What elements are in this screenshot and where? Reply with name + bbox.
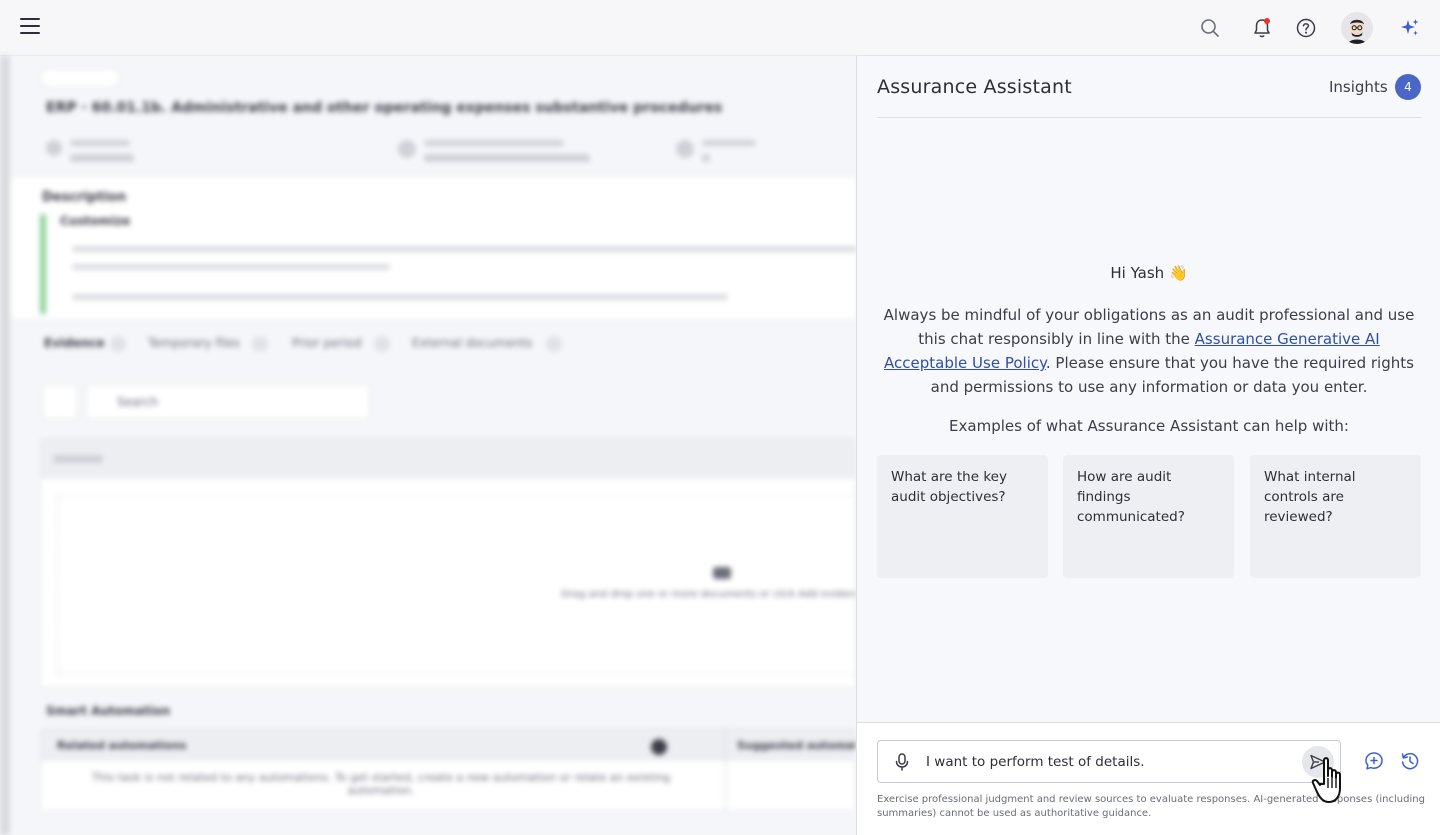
greeting-text: Hi Yash 👋 (1110, 264, 1188, 282)
new-chat-button[interactable] (1362, 749, 1386, 773)
send-button[interactable] (1302, 746, 1334, 778)
chat-input-box (877, 740, 1341, 783)
ai-sparkle-icon[interactable] (1398, 16, 1422, 40)
search-icon[interactable] (1198, 16, 1222, 40)
insights-button[interactable]: Insights (1329, 78, 1388, 96)
top-bar (0, 0, 1440, 56)
panel-divider (877, 117, 1421, 118)
background-customize: Customize (60, 214, 131, 228)
back-chip (40, 68, 120, 88)
help-icon[interactable] (1294, 16, 1318, 40)
background-task-page: ERP · 60.01.1b. Administrative and other… (0, 56, 856, 835)
example-prompt-card[interactable]: How are audit findings communicated? (1063, 455, 1234, 578)
usage-disclaimer: Always be mindful of your obligations as… (883, 306, 1415, 396)
assurance-assistant-panel: Assurance Assistant Insights 4 Hi Yash 👋… (856, 56, 1440, 835)
history-icon (1401, 752, 1419, 770)
examples-label: Examples of what Assurance Assistant can… (949, 417, 1349, 435)
chat-message-input[interactable] (926, 741, 1286, 782)
notification-bell-icon[interactable] (1250, 16, 1274, 40)
panel-title: Assurance Assistant (877, 76, 1072, 98)
background-smart-automation: Smart Automation (46, 704, 171, 718)
ai-disclaimer-footnote: Exercise professional judgment and revie… (877, 794, 1425, 819)
microphone-icon[interactable] (892, 752, 912, 772)
new-chat-icon (1365, 752, 1383, 770)
background-description-label: Description (42, 190, 127, 205)
composer-area: Exercise professional judgment and revie… (857, 722, 1440, 835)
insights-count-badge: 4 (1395, 74, 1421, 100)
hamburger-menu-icon[interactable] (20, 18, 40, 38)
chat-history-button[interactable] (1398, 749, 1422, 773)
background-drop-hint: Drag and drop one or more documents or c… (561, 589, 856, 600)
example-prompt-card[interactable]: What are the key audit objectives? (877, 455, 1048, 578)
background-title: ERP · 60.01.1b. Administrative and other… (46, 100, 723, 116)
example-prompt-card[interactable]: What internal controls are reviewed? (1250, 455, 1421, 578)
left-rail (0, 56, 10, 835)
user-avatar[interactable] (1341, 12, 1373, 44)
send-icon (1310, 754, 1326, 770)
